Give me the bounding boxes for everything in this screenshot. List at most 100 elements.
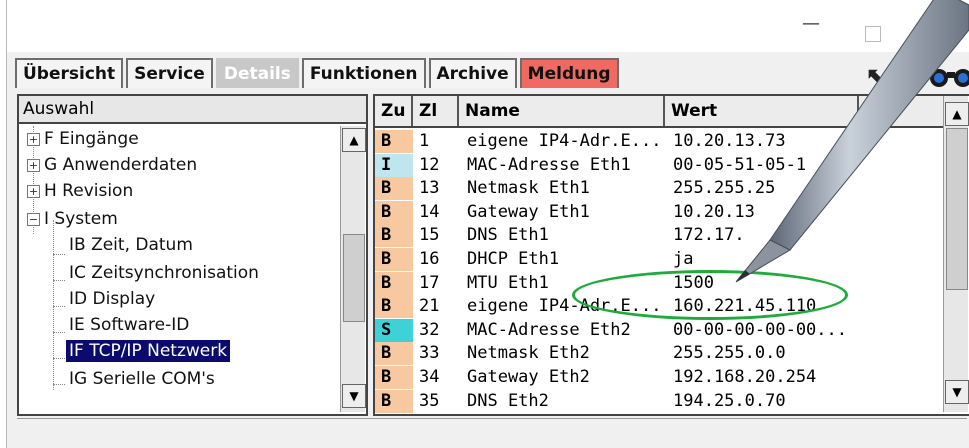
table-scrollbar[interactable]: ▲ ▼ — [943, 96, 969, 412]
tree-item-label: H Revision — [44, 181, 134, 201]
tree-item-label: IE Software-ID — [69, 315, 190, 335]
collapse-icon[interactable]: − — [27, 213, 40, 226]
row-number: 33 — [419, 343, 440, 364]
expand-icon[interactable]: + — [27, 159, 40, 172]
tree-item-ie-software-id[interactable]: IE Software-ID — [69, 312, 189, 338]
row-number: 12 — [419, 154, 440, 175]
row-number: 21 — [419, 296, 440, 317]
access-badge: I — [375, 153, 413, 177]
tree-item-i-system[interactable]: − I System — [27, 206, 118, 232]
row-name: Netmask Eth2 — [467, 343, 590, 364]
row-name: eigene IP4-Adr.E... — [467, 131, 662, 151]
tab-uebersicht[interactable]: Übersicht — [15, 58, 124, 88]
column-header-more[interactable]: ... — [859, 96, 943, 126]
row-value-text: 172.17. — [673, 225, 745, 246]
column-header-zl[interactable]: Zl — [413, 96, 459, 126]
minimize-button[interactable]: — — [801, 14, 821, 34]
tree-item-if-tcpip-netzwerk[interactable]: IF TCP/IP Netzwerk — [64, 338, 232, 364]
table-row[interactable]: B 33 Netmask Eth2 255.255.0.0 — [375, 342, 943, 366]
row-value: 00-00-00-00-00... — [673, 319, 933, 342]
row-value-text: 10.20.13.73 — [673, 131, 786, 151]
access-badge: B — [375, 389, 413, 413]
selection-panel: Auswahl + F Eingänge + G Anwenderdaten + H … — [17, 94, 368, 416]
row-value: 172.17. 98 — [673, 224, 933, 247]
row-value-text: ja — [673, 249, 694, 269]
tree-item-ib-zeit-datum[interactable]: IB Zeit, Datum — [69, 232, 193, 258]
row-number: 34 — [419, 367, 440, 387]
table-row[interactable]: B 16 DHCP Eth1 ja — [375, 248, 943, 271]
column-header-name[interactable]: Name — [459, 96, 665, 126]
tree-item-h-revision[interactable]: + H Revision — [27, 178, 133, 204]
application-window: — Übersicht Service Details Funktionen A… — [6, 0, 969, 448]
row-name: DHCP Eth1 — [467, 249, 560, 269]
row-value-text: 10.20.13 — [673, 201, 755, 222]
expand-icon[interactable]: + — [27, 185, 40, 198]
tab-meldung[interactable]: Meldung — [519, 58, 619, 88]
row-name: Gateway Eth1 — [467, 201, 590, 222]
tree-item-g-anwenderdaten[interactable]: + G Anwenderdaten — [27, 152, 197, 178]
access-badge: B — [375, 200, 413, 224]
row-number: 1 — [419, 131, 430, 151]
tab-details[interactable]: Details — [215, 58, 299, 88]
row-name: Gateway Eth2 — [467, 367, 590, 387]
tree-item-label: ID Display — [69, 289, 156, 309]
pointer-icon: ⬉ — [865, 62, 887, 92]
row-value-text: 255.255.25 — [673, 178, 776, 199]
access-badge: B — [375, 271, 413, 295]
tree-item-label: IF TCP/IP Netzwerk — [64, 339, 232, 363]
table-row[interactable]: B 14 Gateway Eth1 10.20.13 — [375, 200, 943, 224]
row-number: 15 — [419, 225, 440, 246]
tree-item-id-display[interactable]: ID Display — [69, 286, 155, 312]
row-value-tail: 98 — [778, 225, 800, 246]
tree-item-f-eingaenge[interactable]: + F Eingänge — [27, 126, 139, 152]
table-row[interactable]: B 35 DNS Eth2 194.25.0.70 — [375, 389, 943, 413]
table-row[interactable]: I 12 MAC-Adresse Eth1 00-05-51-05-1 — [375, 153, 943, 177]
row-value: 10.20.13.73 — [673, 130, 933, 153]
maximize-button[interactable] — [865, 26, 881, 42]
table-row[interactable]: B 15 DNS Eth1 172.17. 98 — [375, 224, 943, 248]
scrollbar-thumb[interactable] — [343, 234, 365, 322]
navigation-tree: + F Eingänge + G Anwenderdaten + H Revision… — [19, 126, 339, 410]
tree-item-ig-serielle-coms[interactable]: IG Serielle COM's — [69, 366, 215, 392]
row-name: DNS Eth1 — [467, 225, 549, 246]
column-header-wert[interactable]: Wert — [665, 96, 859, 126]
tree-guide — [53, 384, 65, 385]
tab-funktionen[interactable]: Funktionen — [301, 58, 426, 88]
tree-item-label: I System — [44, 209, 118, 229]
scroll-up-icon[interactable]: ▲ — [945, 102, 969, 126]
details-table: Zu Zl Name Wert ... B 1 eigene IP4-Adr.E..… — [373, 94, 969, 416]
selection-panel-header: Auswahl — [19, 96, 366, 124]
tree-scrollbar[interactable]: ▲ ▼ — [340, 126, 366, 412]
scroll-down-icon[interactable]: ▼ — [342, 384, 366, 408]
scroll-up-icon[interactable]: ▲ — [342, 128, 366, 152]
row-value: 194.25.0.70 — [673, 390, 933, 413]
tree-guide — [53, 306, 65, 307]
tab-service[interactable]: Service — [126, 58, 213, 88]
row-value: 255.255.0.0 — [673, 342, 933, 365]
column-header-zu[interactable]: Zu — [375, 96, 413, 126]
tree-guide — [53, 358, 65, 359]
tab-archive[interactable]: Archive — [428, 58, 517, 88]
row-number: 16 — [419, 249, 440, 269]
scroll-down-icon[interactable]: ▼ — [945, 380, 969, 404]
access-badge: B — [375, 248, 413, 271]
expand-icon[interactable]: + — [27, 133, 40, 146]
access-badge: B — [375, 130, 413, 153]
row-value: ja — [673, 248, 933, 271]
binoculars-icon[interactable] — [927, 62, 969, 90]
table-row[interactable]: B 13 Netmask Eth1 255.255.25 — [375, 177, 943, 201]
row-value: 10.20.13 — [673, 201, 933, 224]
table-row[interactable]: B 1 eigene IP4-Adr.E... 10.20.13.73 — [375, 130, 943, 153]
table-row[interactable]: S 32 MAC-Adresse Eth2 00-00-00-00-00... — [375, 318, 943, 342]
row-number: 14 — [419, 201, 440, 222]
row-number: 32 — [419, 319, 440, 340]
row-number: 13 — [419, 178, 440, 199]
scrollbar-thumb[interactable] — [946, 128, 968, 290]
title-bar: — — [7, 0, 969, 52]
row-value: 00-05-51-05-1 — [673, 154, 933, 177]
tree-item-ic-zeitsynchronisation[interactable]: IC Zeitsynchronisation — [69, 260, 259, 286]
tree-item-label: IB Zeit, Datum — [69, 235, 193, 255]
access-badge: B — [375, 342, 413, 366]
table-row[interactable]: B 34 Gateway Eth2 192.168.20.254 — [375, 366, 943, 389]
access-badge: B — [375, 366, 413, 389]
